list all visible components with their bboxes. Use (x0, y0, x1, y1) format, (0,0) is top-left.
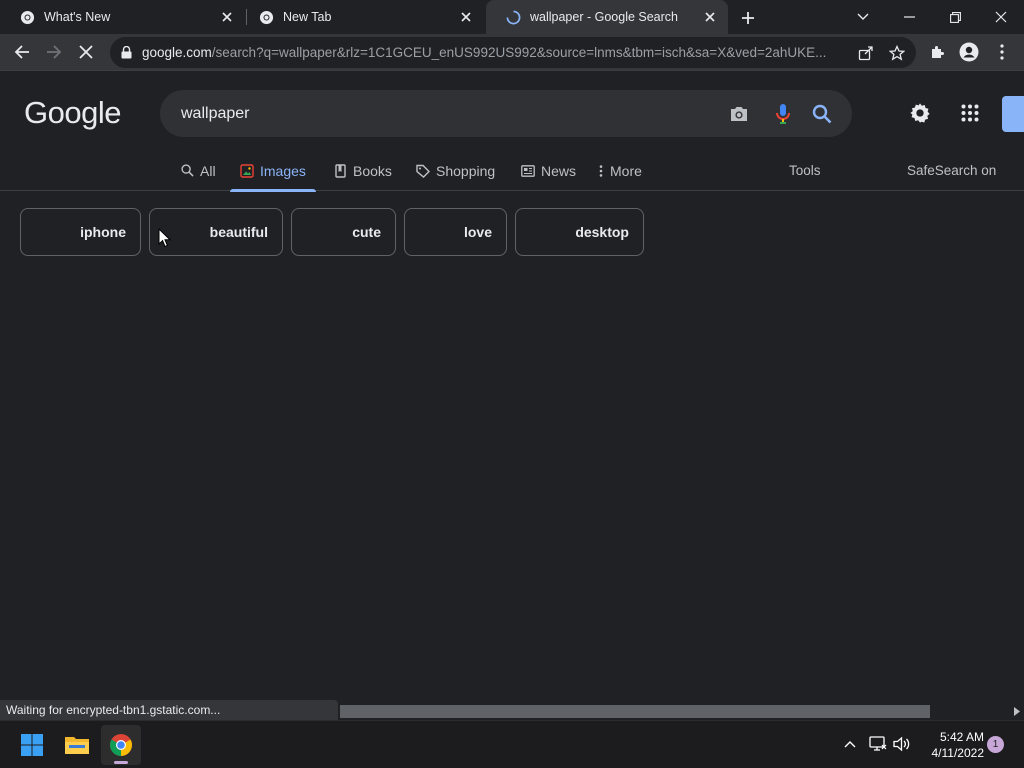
tab-title: What's New (44, 10, 111, 24)
taskbar-clock[interactable]: 5:42 AM 4/11/2022 (918, 729, 985, 761)
close-tab-icon[interactable] (458, 9, 474, 25)
file-explorer-button[interactable] (57, 725, 97, 765)
google-logo[interactable]: Google (24, 95, 121, 131)
profile-button[interactable] (955, 38, 983, 66)
tab-more[interactable]: More (598, 150, 642, 191)
settings-icon[interactable] (908, 101, 932, 125)
apps-grid-icon[interactable] (958, 101, 982, 125)
browser-toolbar: google.com/search?q=wallpaper&rlz=1C1GCE… (0, 34, 1024, 71)
windows-taskbar: 5:42 AM 4/11/2022 1 (0, 720, 1024, 768)
chrome-icon (20, 10, 35, 25)
microphone-icon[interactable] (771, 102, 795, 126)
camera-icon[interactable] (727, 102, 751, 126)
search-box[interactable]: wallpaper (160, 90, 852, 137)
book-icon (333, 163, 347, 178)
tab-strip: What's New New Tab wallpaper - Google Se… (0, 0, 1024, 34)
scroll-right-arrow-icon[interactable] (1012, 706, 1022, 717)
chip-love[interactable]: love (404, 208, 507, 256)
puzzle-icon (932, 46, 944, 58)
tab-news[interactable]: News (521, 150, 576, 191)
mouse-cursor-icon (158, 228, 172, 248)
tab-label: News (541, 162, 577, 179)
chrome-icon (259, 10, 274, 25)
volume-icon[interactable] (891, 733, 913, 755)
tab-whats-new[interactable]: What's New (0, 0, 245, 34)
address-bar[interactable]: google.com/search?q=wallpaper&rlz=1C1GCE… (110, 37, 916, 68)
sign-in-button[interactable] (1002, 96, 1024, 132)
network-icon[interactable] (867, 733, 889, 755)
close-icon (995, 11, 1007, 23)
new-tab-button[interactable] (737, 7, 759, 29)
close-tab-icon[interactable] (702, 9, 718, 25)
tab-label: Images (260, 162, 306, 179)
tab-wallpaper-search[interactable]: wallpaper - Google Search (486, 0, 728, 34)
url-host: google.com (142, 45, 212, 60)
share-icon[interactable] (856, 43, 876, 63)
status-bubble: Waiting for encrypted-tbn1.gstatic.com..… (0, 700, 338, 720)
chip-desktop[interactable]: desktop (515, 208, 644, 256)
tab-books[interactable]: Books (333, 150, 392, 191)
more-vert-icon (598, 164, 604, 178)
arrow-left-icon (14, 45, 29, 59)
search-submit-icon[interactable] (810, 102, 834, 126)
back-button[interactable] (8, 38, 36, 66)
url-text[interactable]: google.com/search?q=wallpaper&rlz=1C1GCE… (142, 45, 842, 60)
start-button[interactable] (12, 725, 52, 765)
restore-button[interactable] (932, 0, 978, 34)
tab-label: Books (353, 162, 392, 179)
arrow-right-icon (47, 45, 62, 59)
more-vert-icon (1000, 44, 1004, 60)
chevron-down-icon (857, 13, 869, 20)
scrollbar-thumb[interactable] (340, 705, 930, 718)
chevron-up-icon (844, 741, 856, 748)
avatar-icon (959, 42, 979, 62)
tools-button[interactable]: Tools (789, 150, 821, 191)
windows-logo-icon (21, 734, 43, 756)
tab-label: More (610, 162, 642, 179)
notification-badge[interactable]: 1 (987, 736, 1004, 753)
horizontal-scrollbar[interactable] (338, 703, 1024, 720)
tab-title: wallpaper - Google Search (530, 10, 678, 24)
image-icon (240, 163, 254, 178)
safesearch-button[interactable]: SafeSearch on (907, 150, 996, 191)
lock-icon[interactable] (119, 46, 133, 60)
chip-cute[interactable]: cute (291, 208, 396, 256)
close-tab-icon[interactable] (219, 9, 235, 25)
minimize-icon (903, 16, 915, 18)
tab-all[interactable]: All (180, 150, 216, 191)
chrome-taskbar-button[interactable] (101, 725, 141, 765)
url-path: /search?q=wallpaper&rlz=1C1GCEU_enUS992U… (211, 45, 827, 60)
clock-date: 4/11/2022 (931, 746, 985, 760)
tab-label: All (200, 162, 216, 179)
chrome-icon (110, 734, 132, 756)
restore-icon (949, 11, 961, 23)
folder-icon (65, 737, 89, 754)
clock-time: 5:42 AM (939, 730, 984, 744)
news-icon (521, 164, 535, 178)
star-icon[interactable] (887, 43, 907, 63)
tab-images[interactable]: Images (230, 150, 316, 192)
tab-shopping[interactable]: Shopping (416, 150, 495, 191)
search-icon (180, 164, 194, 178)
plus-icon (742, 12, 754, 24)
extensions-button[interactable] (923, 38, 951, 66)
forward-button[interactable] (40, 38, 68, 66)
close-window-button[interactable] (978, 0, 1024, 34)
stop-loading-button[interactable] (72, 38, 100, 66)
chip-iphone[interactable]: iphone (20, 208, 141, 256)
search-input[interactable]: wallpaper (181, 105, 852, 123)
tag-icon (416, 164, 430, 178)
tab-title: New Tab (283, 10, 332, 24)
tab-label: Shopping (436, 162, 496, 179)
minimize-button[interactable] (886, 0, 932, 34)
browser-menu-button[interactable] (988, 38, 1016, 66)
stop-icon (79, 45, 93, 59)
tab-search-button[interactable] (840, 0, 886, 34)
search-nav-bar: All Images Books Shopping News More Tool… (0, 150, 1024, 192)
tab-new-tab[interactable]: New Tab (239, 0, 484, 34)
show-hidden-icons-button[interactable] (839, 733, 861, 755)
loading-spinner-icon (506, 10, 521, 25)
